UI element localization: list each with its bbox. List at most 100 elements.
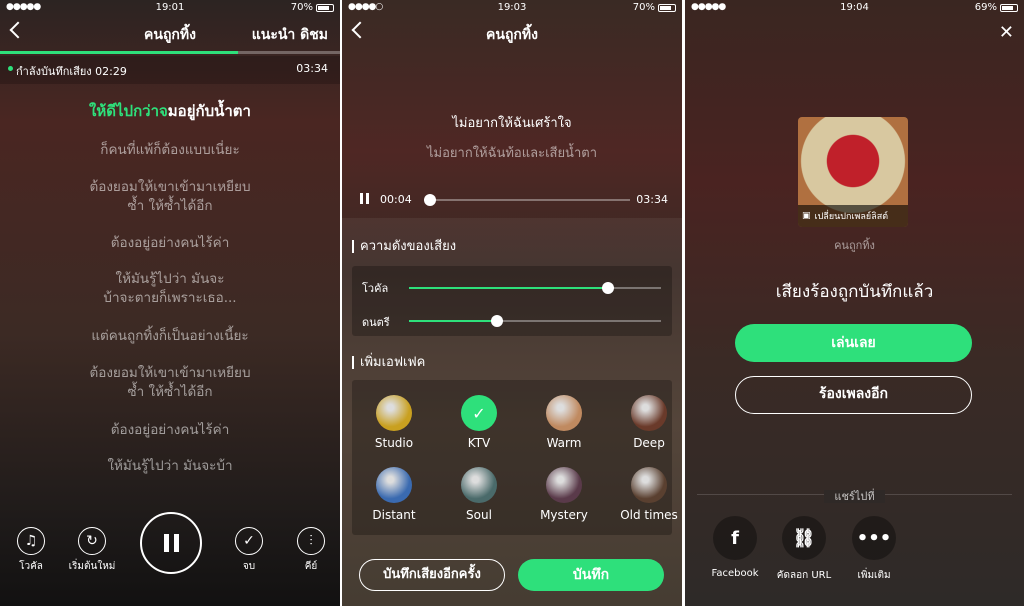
next-lyric: ไม่อยากให้ฉันท้อและเสียน้ำตา — [427, 146, 597, 161]
share-label: Facebook — [711, 568, 759, 579]
saved-heading: เสียงร้องถูกบันทึกแล้ว — [775, 282, 934, 302]
artist-name: แนะนำ ดิชม — [251, 27, 328, 43]
check-icon: ✓ — [235, 527, 263, 555]
saved-screen: ●●●●● 19:04 69% ✕ ▣ เปลี่ยนปกเพลย์ลิสต์ ค… — [685, 0, 1024, 606]
effect-label: Deep — [633, 436, 665, 450]
effect-distant[interactable]: Distant — [354, 467, 434, 522]
back-button[interactable] — [9, 21, 27, 39]
playback-knob[interactable] — [424, 194, 437, 206]
restart-icon: ↻ — [78, 527, 106, 555]
share-more[interactable]: ••• เพิ่มเติม — [834, 516, 914, 583]
recording-screen: ●●●●● 19:01 70% คนถูกทิ้ง แนะนำ ดิชม กำล… — [0, 0, 340, 606]
equalizer-icon: ⫶ — [297, 527, 325, 555]
volume-title: ความดังของเสียง — [352, 240, 456, 253]
effect-label: KTV — [467, 436, 491, 450]
recording-dot-icon — [8, 66, 13, 71]
effect-warm[interactable]: Warm — [524, 395, 604, 450]
share-facebook[interactable]: f Facebook — [695, 516, 775, 579]
lyric-line: ต้องยอมให้เขาเข้ามาเหยียบ ซ้ำ ให้ซ้ำได้อ… — [89, 365, 251, 400]
effect-deep[interactable]: Deep — [609, 395, 682, 450]
status-time: 19:04 — [840, 2, 869, 13]
vocal-button[interactable]: ♫ โวคัล — [14, 527, 48, 574]
status-bar: ●●●●● 19:04 69% — [685, 0, 1024, 16]
current-time: 00:04 — [380, 193, 412, 206]
effect-thumbnail — [376, 395, 412, 431]
vocal-label: โวคัล — [19, 561, 43, 572]
change-cover-label: เปลี่ยนปกเพลย์ลิสต์ — [814, 212, 889, 222]
effect-thumbnail — [631, 467, 667, 503]
share-copy-url[interactable]: ⛓ คัดลอก URL — [764, 516, 844, 583]
lyric-line: ต้องอยู่อย่างคนไร้ค่า — [110, 422, 230, 438]
effects-grid: Studio ✓ KTV Warm Deep Distant Soul Mystery Old … — [352, 380, 678, 535]
battery-percent: 70% — [632, 2, 655, 13]
vocal-slider[interactable] — [409, 282, 661, 294]
status-time: 19:03 — [497, 2, 527, 13]
lyric-line: ต้องยอมให้เขาเข้ามาเหยียบ ซ้ำ ให้ซ้ำได้อ… — [89, 179, 251, 214]
vocal-knob[interactable] — [602, 282, 615, 294]
total-time: 03:34 — [296, 62, 328, 75]
effect-old-times[interactable]: Old times — [609, 467, 682, 522]
sing-again-button[interactable]: ร้องเพลงอีก — [735, 376, 972, 414]
unsung-part: มอยู่กับน้ำตา — [167, 102, 251, 120]
lyric-line: ให้มันรู้ไปว่า มันจะบ้า — [107, 458, 233, 474]
effect-ktv[interactable]: ✓ KTV — [439, 395, 519, 450]
restart-label: เริ่มต้นใหม่ — [68, 561, 116, 572]
effect-label: Mystery — [540, 508, 588, 522]
battery-icon — [658, 3, 676, 12]
recording-status: กำลังบันทึกเสียง 02:29 — [16, 65, 127, 78]
key-button[interactable]: ⫶ คีย์ — [294, 527, 328, 574]
sung-part: ให้ดีไปกว่าจ — [89, 102, 168, 120]
effect-studio[interactable]: Studio — [354, 395, 434, 450]
battery-percent: 69% — [974, 2, 997, 13]
close-button[interactable]: ✕ — [999, 24, 1014, 42]
battery-icon — [316, 3, 334, 12]
lyric-line: แต่คนถูกทิ้งก็เป็นอย่างเนี้ยะ — [91, 328, 249, 344]
finish-label: จบ — [242, 561, 256, 572]
status-time: 19:01 — [155, 2, 185, 13]
volume-box: โวคัล ดนตรี — [352, 266, 672, 336]
lyric-line: ต้องอยู่อย่างคนไร้ค่า — [110, 235, 230, 251]
album-cover[interactable]: ▣ เปลี่ยนปกเพลย์ลิสต์ — [798, 117, 908, 227]
finish-button[interactable]: ✓ จบ — [232, 527, 266, 574]
share-label: คัดลอก URL — [776, 570, 832, 581]
song-title: คนถูกทิ้ง — [834, 239, 875, 252]
effect-label: Warm — [546, 436, 582, 450]
song-progress-bar — [0, 51, 340, 54]
rerecord-button[interactable]: บันทึกเสียงอีกครั้ง — [359, 559, 505, 591]
effect-mystery[interactable]: Mystery — [524, 467, 604, 522]
effect-label: Old times — [620, 508, 678, 522]
status-bar: ●●●●○ 19:03 70% — [342, 0, 682, 16]
key-label: คีย์ — [304, 561, 318, 572]
restart-button[interactable]: ↻ เริ่มต้นใหม่ — [62, 527, 122, 574]
more-icon: ••• — [852, 516, 896, 560]
song-title: คนถูกทิ้ง — [486, 27, 538, 43]
recording-row: กำลังบันทึกเสียง 02:29 03:34 — [0, 56, 340, 84]
music-note-icon: ♫ — [17, 527, 45, 555]
share-label: เพิ่มเติม — [857, 570, 891, 581]
effect-soul[interactable]: Soul — [439, 467, 519, 522]
effects-screen: ●●●●○ 19:03 70% คนถูกทิ้ง ไม่อยากให้ฉันเ… — [342, 0, 682, 606]
status-bar: ●●●●● 19:01 70% — [0, 0, 340, 16]
current-lyric: ไม่อยากให้ฉันเศร้าใจ — [452, 116, 572, 131]
effects-title: เพิ่มเอฟเฟค — [352, 356, 425, 369]
play-button[interactable]: เล่นเลย — [735, 324, 972, 362]
music-slider[interactable] — [409, 315, 661, 327]
link-icon: ⛓ — [782, 516, 826, 560]
pause-button[interactable] — [140, 512, 202, 574]
effect-thumbnail — [376, 467, 412, 503]
effect-thumbnail — [631, 395, 667, 431]
facebook-icon: f — [713, 516, 757, 560]
vocal-label: โวคัล — [362, 282, 389, 295]
image-icon: ▣ — [802, 211, 811, 221]
effect-thumbnail — [546, 395, 582, 431]
total-time: 03:34 — [636, 193, 668, 206]
song-title: คนถูกทิ้ง — [144, 27, 196, 43]
save-button[interactable]: บันทึก — [518, 559, 664, 591]
battery-percent: 70% — [290, 2, 313, 13]
effect-thumbnail — [461, 467, 497, 503]
current-lyric: ให้ดีไปกว่าจมอยู่กับน้ำตา — [0, 102, 340, 121]
playback-slider[interactable] — [424, 194, 630, 206]
pause-button[interactable] — [360, 193, 369, 204]
music-knob[interactable] — [491, 315, 504, 327]
share-title: แชร์ไปที่ — [824, 490, 885, 503]
